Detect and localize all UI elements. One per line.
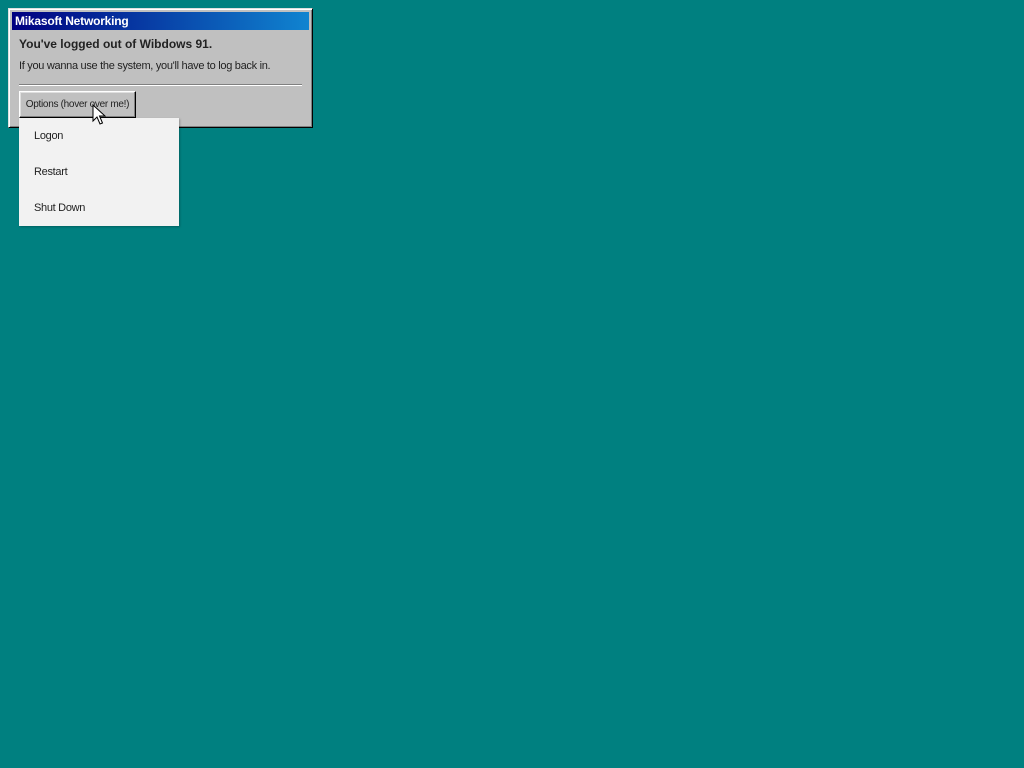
options-button[interactable]: Options (hover over me!) bbox=[19, 91, 136, 118]
separator bbox=[19, 84, 302, 86]
dialog-heading: You've logged out of Wibdows 91. bbox=[19, 37, 213, 51]
dialog-message: If you wanna use the system, you'll have… bbox=[19, 60, 271, 72]
title-bar[interactable]: Mikasoft Networking bbox=[12, 12, 309, 30]
menu-item-restart[interactable]: Restart bbox=[19, 154, 179, 190]
logout-dialog: Mikasoft Networking You've logged out of… bbox=[8, 8, 313, 128]
options-dropdown-menu: Logon Restart Shut Down bbox=[19, 118, 179, 226]
menu-item-shut-down[interactable]: Shut Down bbox=[19, 190, 179, 226]
desktop: Mikasoft Networking You've logged out of… bbox=[0, 0, 1024, 768]
pointer-cursor-icon bbox=[92, 104, 106, 125]
window-title: Mikasoft Networking bbox=[15, 14, 129, 28]
